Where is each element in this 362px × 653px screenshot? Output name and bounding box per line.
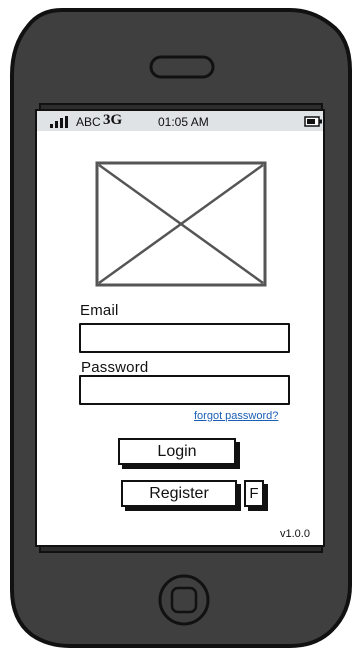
email-field[interactable] xyxy=(79,323,290,353)
password-label: Password xyxy=(81,359,149,376)
login-button[interactable]: Login xyxy=(118,438,236,465)
password-field[interactable] xyxy=(79,375,290,405)
network-label: 3G xyxy=(103,112,123,128)
status-time: 01:05 AM xyxy=(158,115,209,129)
speaker-icon xyxy=(149,55,215,79)
facebook-login-button[interactable]: F xyxy=(244,480,264,507)
forgot-password-link[interactable]: forgot password? xyxy=(194,410,278,422)
facebook-button-label: F xyxy=(249,485,259,502)
image-placeholder-icon xyxy=(95,161,267,287)
home-button-icon[interactable] xyxy=(156,572,212,628)
version-label: v1.0.0 xyxy=(280,528,310,540)
login-button-label: Login xyxy=(157,442,197,460)
signal-bars-icon xyxy=(50,116,68,128)
email-label: Email xyxy=(80,302,119,319)
register-button-label: Register xyxy=(149,484,209,502)
register-button[interactable]: Register xyxy=(121,480,237,507)
login-screen: ABC 3G 01:05 AM Email Password forgot pa… xyxy=(0,0,362,653)
battery-icon xyxy=(304,116,322,127)
carrier-label: ABC xyxy=(76,115,101,129)
